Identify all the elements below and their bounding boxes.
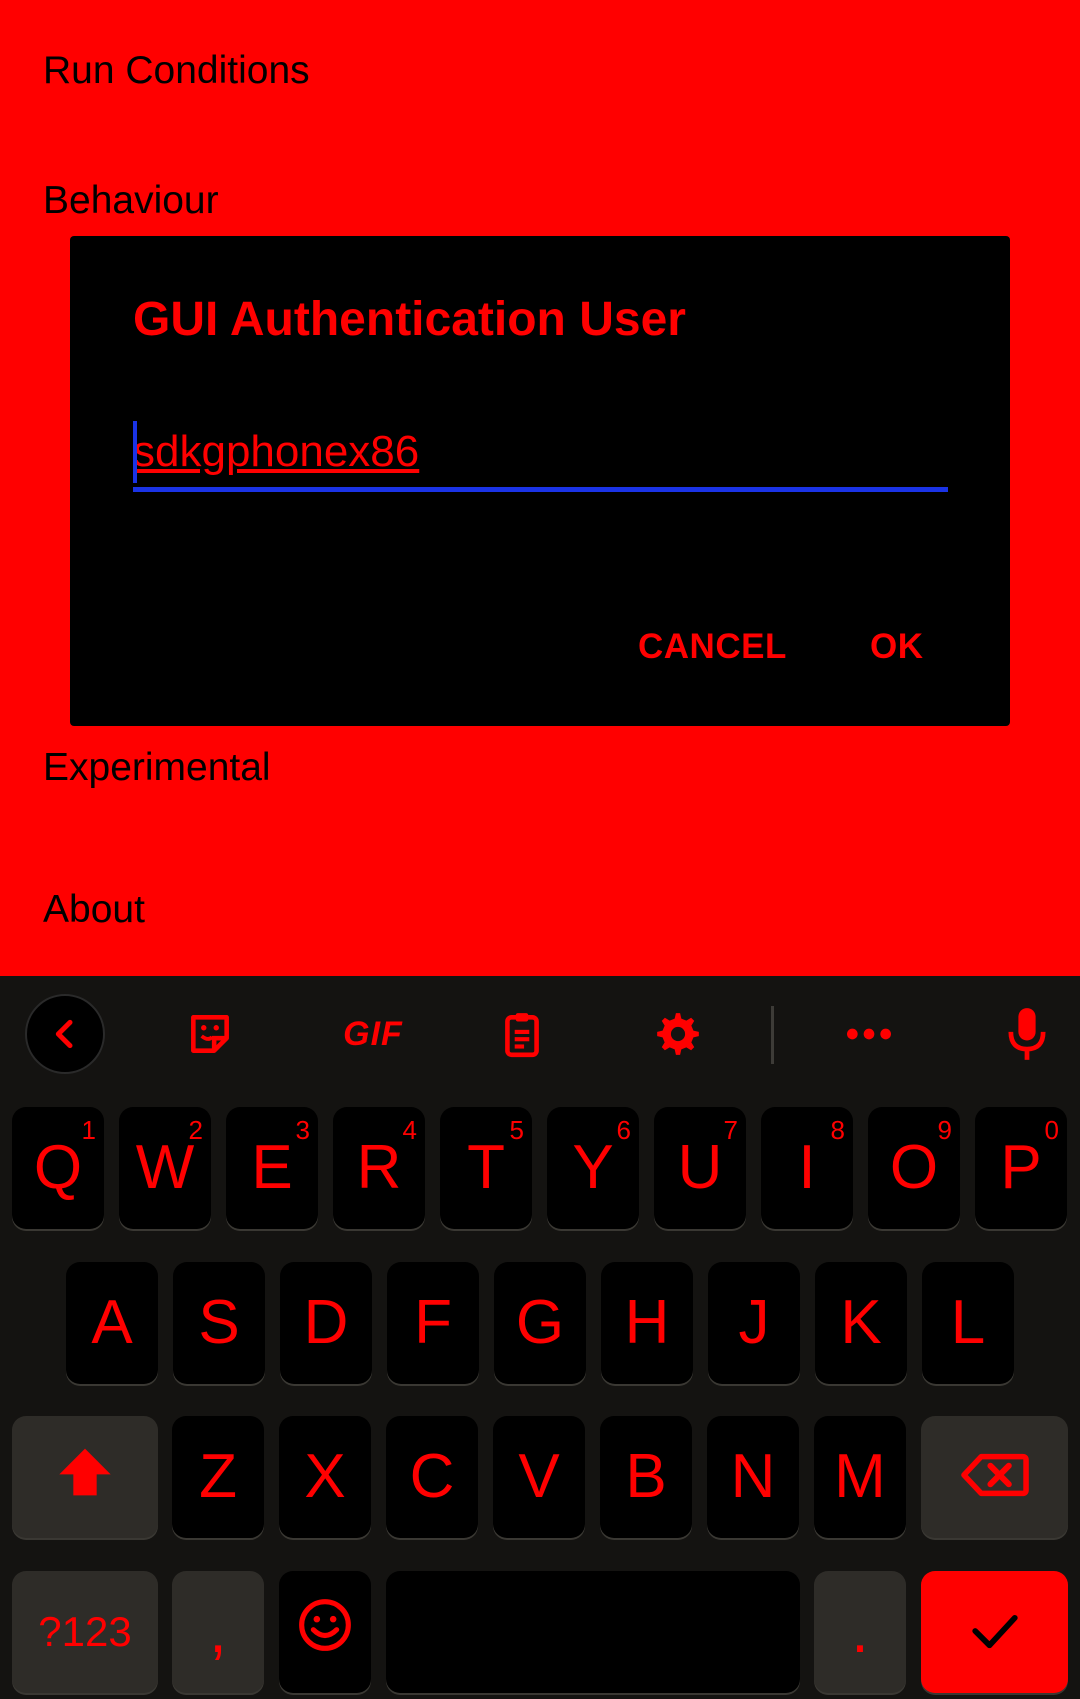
key-n[interactable]: N [707,1416,799,1538]
key-z[interactable]: Z [172,1416,264,1538]
key-label: C [409,1442,455,1511]
key-m[interactable]: M [814,1416,906,1538]
emoji-icon [297,1597,353,1668]
key-label: V [518,1442,560,1511]
back-icon[interactable] [25,994,105,1074]
microphone-icon[interactable] [987,994,1067,1074]
key-label: B [625,1442,667,1511]
key-label: P [1000,1133,1042,1202]
key-label: Q [33,1133,83,1202]
more-icon[interactable] [829,994,909,1074]
key-p[interactable]: P0 [975,1107,1067,1229]
key-label: S [198,1288,240,1357]
shift-key[interactable] [12,1416,158,1538]
key-label: W [135,1133,195,1202]
key-o[interactable]: O9 [868,1107,960,1229]
key-q[interactable]: Q1 [12,1107,104,1229]
key-number-hint: 9 [937,1115,952,1145]
key-d[interactable]: D [280,1262,372,1384]
key-label: L [950,1288,986,1357]
checkmark-icon [968,1597,1022,1668]
key-w[interactable]: W2 [119,1107,211,1229]
emoji-key[interactable] [279,1571,371,1693]
backspace-key[interactable] [921,1416,1068,1538]
space-key[interactable] [386,1571,800,1693]
key-label: K [840,1288,882,1357]
enter-key[interactable] [921,1571,1068,1693]
sticker-icon[interactable] [170,994,250,1074]
clipboard-icon[interactable] [482,994,562,1074]
key-number-hint: 4 [402,1115,417,1145]
settings-item-run-conditions[interactable]: Run Conditions [43,0,1043,142]
dialog-title: GUI Authentication User [133,293,686,346]
toolbar-divider [771,1006,774,1064]
key-label: G [515,1288,565,1357]
key-j[interactable]: J [708,1262,800,1384]
key-label: O [889,1133,939,1202]
symbols-key[interactable]: ?123 [12,1571,158,1693]
key-k[interactable]: K [815,1262,907,1384]
key-a[interactable]: A [66,1262,158,1384]
key-label: Y [572,1133,614,1202]
backspace-icon [960,1442,1030,1513]
comma-key[interactable]: , [172,1571,264,1693]
key-label: D [303,1288,349,1357]
username-input-value: sdkgphonex86 [133,427,420,476]
key-label: N [730,1442,776,1511]
key-c[interactable]: C [386,1416,478,1538]
key-label: U [677,1133,723,1202]
key-f[interactable]: F [387,1262,479,1384]
key-label: M [834,1442,886,1511]
username-input[interactable]: sdkgphonex86 [133,421,948,493]
authentication-user-dialog: GUI Authentication User sdkgphonex86 CAN… [70,236,1010,726]
key-label: T [467,1133,505,1202]
shift-icon [57,1442,113,1513]
key-i[interactable]: I8 [761,1107,853,1229]
key-number-hint: 1 [81,1115,96,1145]
key-label: J [738,1288,770,1357]
gear-icon[interactable] [638,994,718,1074]
text-caret [133,421,137,483]
key-label: A [91,1288,133,1357]
cancel-button[interactable]: CANCEL [630,621,795,673]
key-number-hint: 5 [509,1115,524,1145]
settings-item-about[interactable]: About [43,839,1043,981]
key-label: E [251,1133,293,1202]
key-y[interactable]: Y6 [547,1107,639,1229]
keyboard-toolbar: GIF [0,976,1080,1096]
key-number-hint: 0 [1044,1115,1059,1145]
key-t[interactable]: T5 [440,1107,532,1229]
key-label: Z [199,1442,237,1511]
ok-button[interactable]: OK [862,621,932,673]
key-g[interactable]: G [494,1262,586,1384]
key-r[interactable]: R4 [333,1107,425,1229]
key-s[interactable]: S [173,1262,265,1384]
key-u[interactable]: U7 [654,1107,746,1229]
key-label: R [356,1133,402,1202]
key-label: I [798,1133,816,1202]
key-label: F [414,1288,452,1357]
key-number-hint: 3 [295,1115,310,1145]
soft-keyboard: GIF ?123 , . Q 1 W 2 E 3 R 4 T 5 Y 6 U 7… [0,976,1080,1699]
key-number-hint: 2 [188,1115,203,1145]
key-label: X [304,1442,346,1511]
input-underline [133,487,948,492]
key-number-hint: 7 [723,1115,738,1145]
gif-icon[interactable]: GIF [323,994,423,1074]
key-number-hint: 6 [616,1115,631,1145]
key-v[interactable]: V [493,1416,585,1538]
key-h[interactable]: H [601,1262,693,1384]
key-label: H [624,1288,670,1357]
key-b[interactable]: B [600,1416,692,1538]
key-l[interactable]: L [922,1262,1014,1384]
key-x[interactable]: X [279,1416,371,1538]
key-number-hint: 8 [830,1115,845,1145]
key-e[interactable]: E3 [226,1107,318,1229]
period-key[interactable]: . [814,1571,906,1693]
